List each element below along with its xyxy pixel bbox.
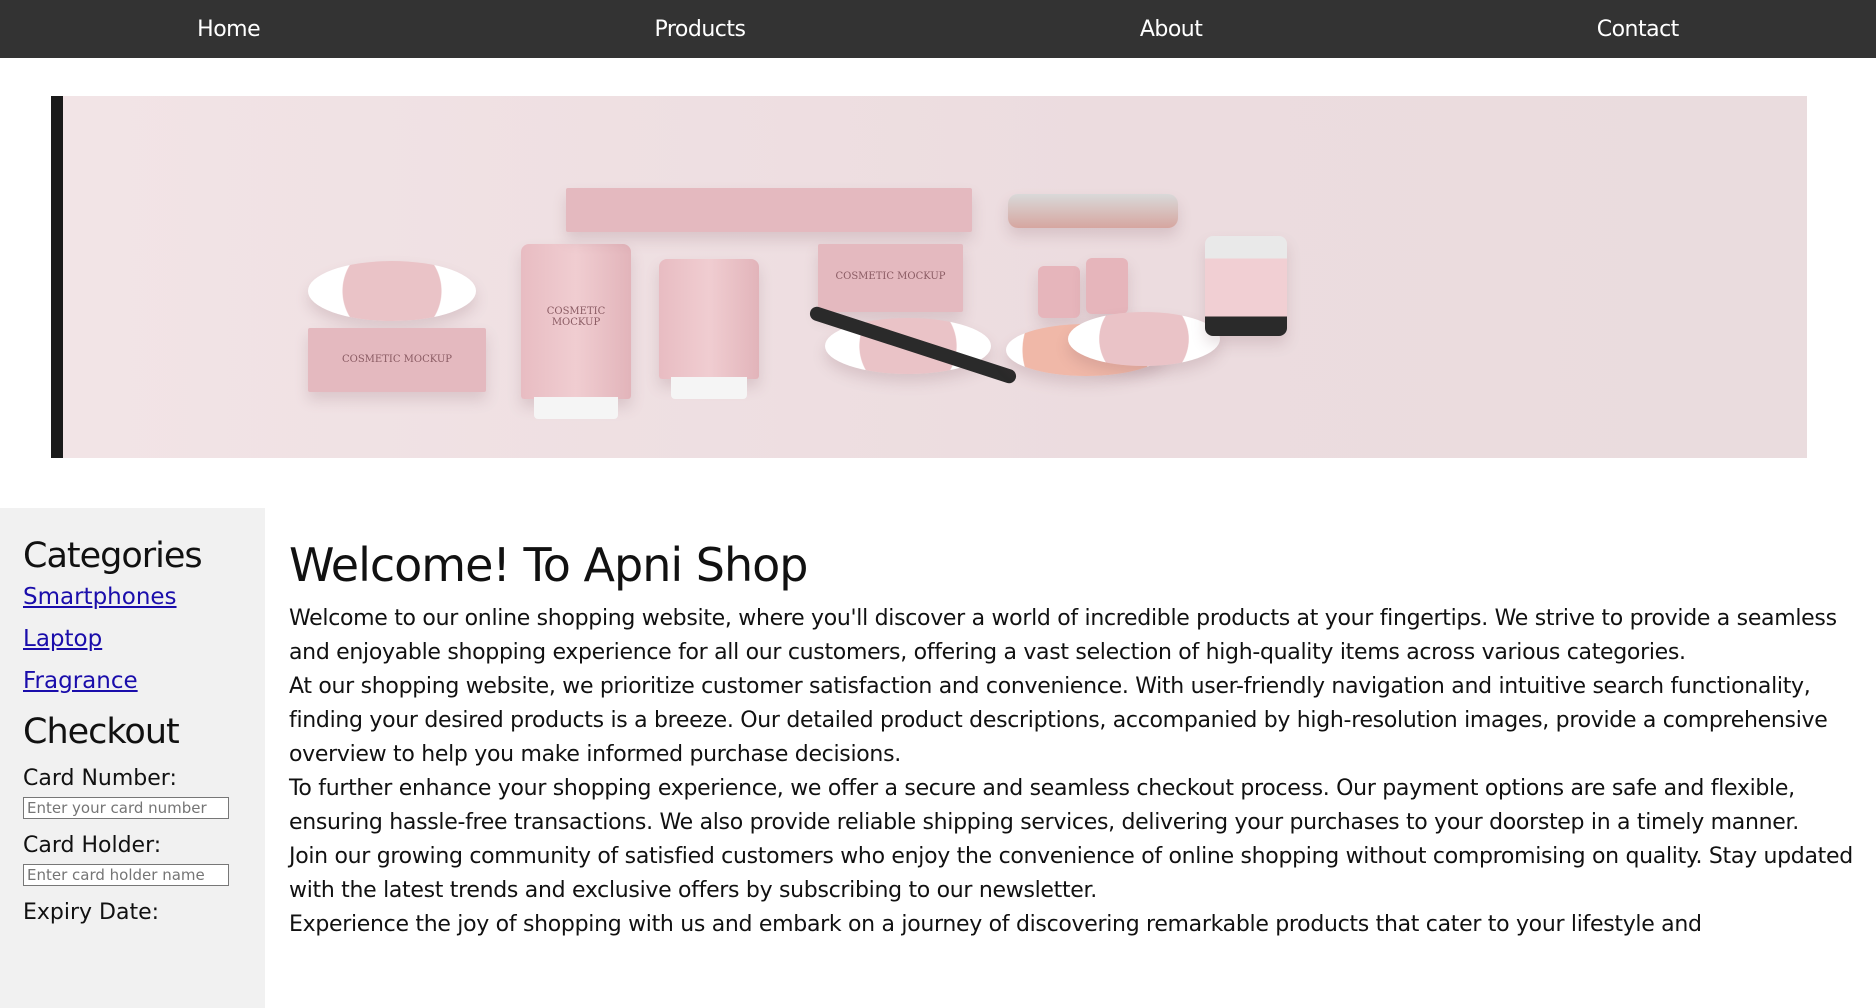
product-print: COSMETIC MOCKUP bbox=[835, 271, 946, 283]
cosmetic-box: COSMETIC MOCKUP bbox=[308, 328, 486, 392]
lipstick-cap bbox=[1086, 258, 1128, 314]
category-link-fragrance[interactable]: Fragrance bbox=[23, 668, 265, 694]
cosmetic-tube-small bbox=[659, 259, 759, 399]
nav-about-link[interactable]: About bbox=[1140, 17, 1203, 42]
product-print: COSMETIC MOCKUP bbox=[546, 306, 606, 328]
community-paragraph: Join our growing community of satisfied … bbox=[289, 844, 1853, 903]
content-area: Categories Smartphones Laptop Fragrance … bbox=[0, 508, 1876, 1008]
main-content: Welcome! To Apni Shop Welcome to our onl… bbox=[265, 508, 1876, 1008]
category-link-laptop[interactable]: Laptop bbox=[23, 626, 265, 652]
closing-paragraph: Experience the joy of shopping with us a… bbox=[289, 912, 1702, 937]
card-number-label: Card Number: bbox=[23, 766, 177, 791]
priority-paragraph: At our shopping website, we prioritize c… bbox=[289, 674, 1828, 767]
cosmetic-long-box bbox=[566, 188, 972, 232]
cosmetic-tin-lid-2 bbox=[1068, 312, 1220, 366]
cosmetic-tin-lid bbox=[308, 261, 476, 321]
category-link-smartphones[interactable]: Smartphones bbox=[23, 584, 265, 610]
cosmetic-tube-large: COSMETIC MOCKUP bbox=[521, 244, 631, 419]
card-holder-input[interactable] bbox=[23, 864, 229, 886]
product-print: COSMETIC MOCKUP bbox=[341, 353, 453, 365]
hero-banner-image: COSMETIC MOCKUP COSMETIC MOCKUP COSMETIC… bbox=[51, 96, 1807, 458]
card-holder-label: Card Holder: bbox=[23, 833, 162, 858]
categories-heading: Categories bbox=[23, 536, 203, 576]
top-navbar: Home Products About Contact bbox=[0, 0, 1876, 58]
serum-bottle bbox=[1205, 236, 1287, 336]
lipstick-tube bbox=[1038, 266, 1080, 318]
hero-section: COSMETIC MOCKUP COSMETIC MOCKUP COSMETIC… bbox=[0, 58, 1876, 458]
nav-products-link[interactable]: Products bbox=[654, 17, 746, 42]
tube-cap bbox=[534, 397, 618, 419]
sidebar: Categories Smartphones Laptop Fragrance … bbox=[0, 508, 265, 1008]
intro-paragraph: Welcome to our online shopping website, … bbox=[289, 606, 1837, 665]
cosmetic-jar bbox=[1008, 194, 1178, 228]
checkout-paragraph: To further enhance your shopping experie… bbox=[289, 776, 1799, 835]
tube-cap bbox=[671, 377, 747, 399]
card-number-input[interactable] bbox=[23, 797, 229, 819]
expiry-date-label: Expiry Date: bbox=[23, 900, 160, 925]
nav-home-link[interactable]: Home bbox=[197, 17, 260, 42]
page-title: Welcome! To Apni Shop bbox=[289, 538, 808, 592]
checkout-heading: Checkout bbox=[23, 712, 180, 752]
nav-contact-link[interactable]: Contact bbox=[1597, 17, 1680, 42]
cosmetic-sachet: COSMETIC MOCKUP bbox=[818, 244, 963, 312]
